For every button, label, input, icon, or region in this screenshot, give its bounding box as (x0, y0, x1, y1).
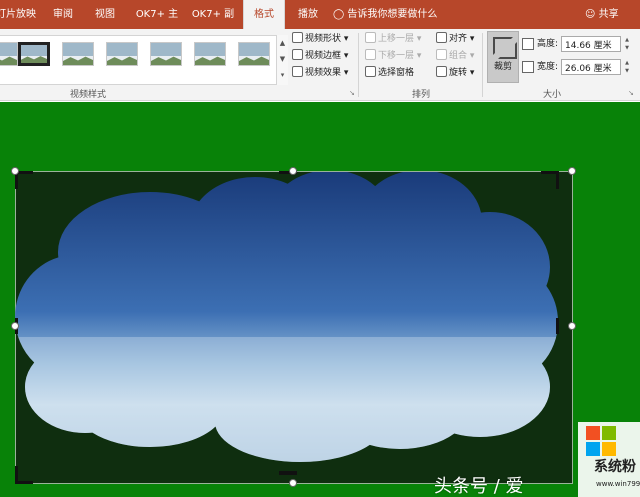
selection-pane-button[interactable]: 选择窗格 (365, 66, 414, 80)
tab-ok7-sub[interactable]: OK7+ 副 (186, 0, 240, 29)
resize-handle[interactable] (11, 322, 19, 330)
height-spinner[interactable]: ▲ ▼ (623, 36, 631, 52)
resize-handle[interactable] (568, 167, 576, 175)
align-icon (436, 32, 447, 43)
group-label-size: 大小 (543, 90, 562, 100)
height-label: 高度: (537, 39, 559, 49)
align-button[interactable]: 对齐 ▾ (436, 32, 474, 46)
tab-ok7-main[interactable]: OK7+ 主 (130, 0, 184, 29)
video-cloud-layer (15, 337, 558, 462)
tab-playback[interactable]: 播放 (288, 0, 328, 29)
resize-handle[interactable] (289, 479, 297, 487)
video-effects-label: 视频效果 (305, 68, 342, 78)
share-label: 共享 (598, 9, 619, 20)
group-icon (436, 49, 447, 60)
crop-label: 裁剪 (493, 62, 512, 72)
video-style-thumb[interactable] (62, 42, 94, 66)
tab-slideshow[interactable]: 灯片放映 (0, 0, 38, 29)
video-shape-icon (292, 32, 303, 43)
tab-view[interactable]: 视图 (87, 0, 123, 29)
video-shape-button[interactable]: 视频形状 ▾ (292, 32, 348, 46)
selection-pane-label: 选择窗格 (378, 68, 415, 78)
resize-handle[interactable] (568, 322, 576, 330)
tell-me-search[interactable]: ◯ 告诉我你想要做什么 (333, 0, 437, 29)
video-style-thumb[interactable] (194, 42, 226, 66)
bring-forward-icon (365, 32, 376, 43)
video-border-button[interactable]: 视频边框 ▾ (292, 49, 348, 63)
gallery-more-icon[interactable]: ▾ (277, 67, 288, 83)
width-label: 宽度: (537, 62, 559, 72)
video-shape-label: 视频形状 (305, 34, 342, 44)
dialog-launcher-icon[interactable]: ↘ (349, 89, 355, 97)
crop-corner-handle[interactable] (15, 481, 33, 484)
resize-handle[interactable] (11, 167, 19, 175)
group-button[interactable]: 组合 ▾ (436, 49, 474, 63)
bring-forward-button[interactable]: 上移一层 ▾ (365, 32, 421, 46)
group-label-arrange: 排列 (412, 90, 431, 100)
width-input[interactable] (561, 59, 621, 75)
width-spinner[interactable]: ▲ ▼ (623, 59, 631, 75)
watermark-url: www.win7999.com (596, 480, 640, 488)
crop-corner-handle[interactable] (556, 171, 559, 189)
watermark-brand: 系统粉 (594, 459, 636, 475)
tab-format[interactable]: 格式 (243, 0, 285, 29)
scroll-down-icon[interactable]: ▼ (277, 51, 288, 67)
video-effects-button[interactable]: 视频效果 ▾ (292, 66, 348, 80)
watermark-logo: 系统粉 www.win7999.com (578, 422, 640, 497)
ribbon-format: ▲ ▼ ▾ 视频形状 ▾ 视频边框 ▾ 视频效果 ▾ 视频样式 ↘ 上移一层 ▾… (0, 29, 640, 101)
resize-handle[interactable] (289, 167, 297, 175)
selection-pane-icon (365, 66, 376, 77)
divider (482, 33, 483, 97)
slide-canvas: 头条号 / 爱 系统粉 www.win7999.com (0, 102, 640, 497)
gallery-scroll[interactable]: ▲ ▼ ▾ (276, 35, 288, 85)
ribbon-tab-bar: 灯片放映 审阅 视图 OK7+ 主 OK7+ 副 格式 播放 ◯ 告诉我你想要做… (0, 0, 640, 29)
tell-me-text: 告诉我你想要做什么 (347, 9, 438, 20)
video-style-thumb[interactable] (0, 42, 18, 66)
share-button[interactable]: ☺ 共享 (585, 0, 619, 29)
windows-logo-icon (586, 426, 616, 456)
crop-button[interactable]: 裁剪 (487, 31, 519, 83)
video-border-icon (292, 49, 303, 60)
rotate-button[interactable]: 旋转 ▾ (436, 66, 474, 80)
video-style-gallery (0, 35, 288, 85)
width-icon (522, 61, 534, 73)
divider (358, 33, 359, 97)
crop-icon (493, 37, 517, 59)
video-effects-icon (292, 66, 303, 77)
height-input[interactable] (561, 36, 621, 52)
scroll-up-icon[interactable]: ▲ (277, 35, 288, 51)
crop-edge-handle[interactable] (279, 471, 297, 475)
crop-edge-handle[interactable] (556, 318, 559, 334)
video-style-thumb[interactable] (150, 42, 182, 66)
align-label: 对齐 (449, 34, 468, 44)
send-backward-label: 下移一层 (378, 51, 415, 61)
dialog-launcher-icon[interactable]: ↘ (628, 89, 634, 97)
group-label-video-styles: 视频样式 (70, 90, 107, 100)
video-style-thumb[interactable] (106, 42, 138, 66)
send-backward-icon (365, 49, 376, 60)
bring-forward-label: 上移一层 (378, 34, 415, 44)
lightbulb-icon: ◯ (333, 9, 345, 20)
cloud-shaped-video[interactable] (0, 102, 640, 497)
video-style-thumb-selected[interactable] (18, 42, 50, 66)
person-icon: ☺ (585, 9, 596, 20)
height-icon (522, 38, 534, 50)
video-border-label: 视频边框 (305, 51, 342, 61)
video-style-thumb[interactable] (238, 42, 270, 66)
watermark-text: 头条号 / 爱 (434, 476, 524, 497)
send-backward-button[interactable]: 下移一层 ▾ (365, 49, 421, 63)
tab-review[interactable]: 审阅 (45, 0, 81, 29)
group-label: 组合 (449, 51, 468, 61)
rotate-icon (436, 66, 447, 77)
rotate-label: 旋转 (449, 68, 468, 78)
